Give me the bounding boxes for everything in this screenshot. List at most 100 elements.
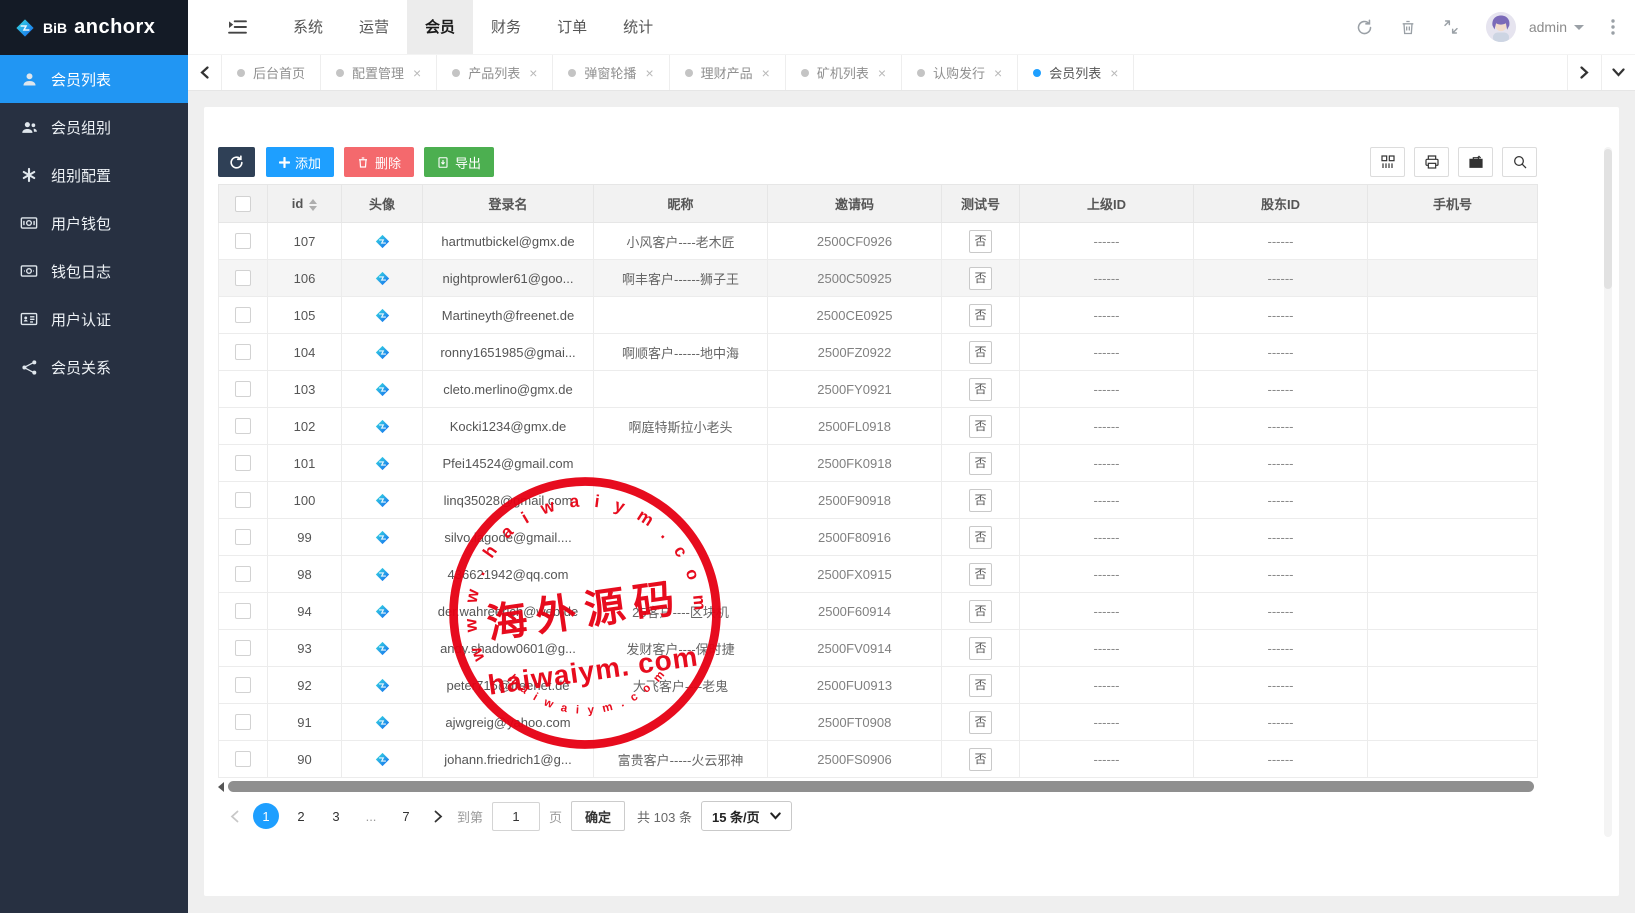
- test-flag-badge: 否: [969, 378, 992, 401]
- horizontal-scrollbar-thumb[interactable]: [228, 781, 1534, 792]
- close-icon[interactable]: ×: [529, 65, 537, 81]
- users-icon: [20, 118, 38, 136]
- column-test: 测试号: [942, 185, 1020, 223]
- tab-products[interactable]: 产品列表 ×: [437, 55, 553, 90]
- sidebar-item-wallet-log[interactable]: 钱包日志: [0, 247, 188, 295]
- page-button-2[interactable]: 2: [288, 803, 314, 829]
- sidebar-item-user-wallet[interactable]: 用户钱包: [0, 199, 188, 247]
- close-icon[interactable]: ×: [878, 65, 886, 81]
- user-avatar[interactable]: [1486, 12, 1516, 42]
- tabs-scroll-right-icon[interactable]: [1567, 55, 1601, 90]
- tab-subscription[interactable]: 认购发行 ×: [902, 55, 1018, 90]
- nav-item-system[interactable]: 系统: [275, 0, 341, 54]
- cell-parent-id: ------: [1020, 334, 1194, 371]
- cell-id: 101: [268, 445, 342, 482]
- cell-login: johann.friedrich1@g...: [423, 741, 594, 778]
- cell-nickname: 大飞客户----老鬼: [594, 667, 768, 704]
- sidebar-item-member-list[interactable]: 会员列表: [0, 55, 188, 103]
- vertical-scrollbar[interactable]: [1604, 147, 1612, 837]
- nav-item-order[interactable]: 订单: [539, 0, 605, 54]
- row-checkbox[interactable]: [235, 381, 251, 397]
- user-menu[interactable]: admin: [1529, 19, 1584, 35]
- close-icon[interactable]: ×: [994, 65, 1002, 81]
- row-checkbox[interactable]: [235, 529, 251, 545]
- tab-config[interactable]: 配置管理 ×: [321, 55, 437, 90]
- nav-item-member[interactable]: 会员: [407, 0, 473, 54]
- cell-nickname: 啊丰客户------狮子王: [594, 260, 768, 297]
- cell-id: 99: [268, 519, 342, 556]
- row-checkbox[interactable]: [235, 566, 251, 582]
- row-checkbox[interactable]: [235, 492, 251, 508]
- page-button-3[interactable]: 3: [323, 803, 349, 829]
- header-actions: admin: [1356, 12, 1635, 42]
- tab-miners[interactable]: 矿机列表 ×: [786, 55, 902, 90]
- more-icon[interactable]: [1611, 19, 1615, 35]
- row-checkbox[interactable]: [235, 455, 251, 471]
- tab-finance-products[interactable]: 理财产品 ×: [670, 55, 786, 90]
- cell-parent-id: ------: [1020, 223, 1194, 260]
- nav-item-stats[interactable]: 统计: [605, 0, 671, 54]
- goto-page-input[interactable]: [492, 802, 540, 831]
- row-checkbox[interactable]: [235, 714, 251, 730]
- close-icon[interactable]: ×: [645, 65, 653, 81]
- sort-icon[interactable]: [309, 199, 317, 211]
- cell-id: 100: [268, 482, 342, 519]
- print-icon[interactable]: [1414, 147, 1449, 177]
- bib-avatar-icon: [374, 233, 391, 250]
- tabs-menu-icon[interactable]: [1601, 55, 1635, 90]
- row-checkbox[interactable]: [235, 233, 251, 249]
- tab-member-list[interactable]: 会员列表 ×: [1018, 55, 1134, 90]
- export-file-icon[interactable]: [1458, 147, 1493, 177]
- export-button[interactable]: 导出: [424, 147, 494, 177]
- columns-icon[interactable]: [1370, 147, 1405, 177]
- tab-carousel[interactable]: 弹窗轮播 ×: [553, 55, 669, 90]
- next-page-icon[interactable]: [428, 803, 448, 829]
- select-all-checkbox[interactable]: [235, 196, 251, 212]
- prev-page-icon[interactable]: [224, 803, 244, 829]
- sidebar-item-member-group[interactable]: 会员组别: [0, 103, 188, 151]
- refresh-table-button[interactable]: [218, 147, 255, 177]
- nav-item-finance[interactable]: 财务: [473, 0, 539, 54]
- tabs-scroll-left-icon[interactable]: [188, 55, 222, 90]
- sidebar-item-group-config[interactable]: 组别配置: [0, 151, 188, 199]
- confirm-button[interactable]: 确定: [571, 801, 625, 831]
- fullscreen-icon[interactable]: [1443, 19, 1459, 35]
- row-checkbox[interactable]: [235, 307, 251, 323]
- delete-button[interactable]: 删除: [344, 147, 414, 177]
- vertical-scrollbar-thumb[interactable]: [1604, 149, 1612, 289]
- cell-nickname: [594, 519, 768, 556]
- scroll-left-arrow-icon[interactable]: [218, 782, 224, 792]
- sidebar-item-user-auth[interactable]: 用户认证: [0, 295, 188, 343]
- horizontal-scrollbar[interactable]: [218, 781, 1537, 792]
- page-button-1[interactable]: 1: [253, 803, 279, 829]
- cell-nickname: [594, 371, 768, 408]
- nav-item-operation[interactable]: 运营: [341, 0, 407, 54]
- row-checkbox[interactable]: [235, 640, 251, 656]
- page-button-7[interactable]: 7: [393, 803, 419, 829]
- add-button[interactable]: 添加: [266, 147, 334, 177]
- cell-login: ajwgreig@yahoo.com: [423, 704, 594, 741]
- tab-home[interactable]: 后台首页: [222, 55, 321, 90]
- page-size-select[interactable]: 15 条/页: [701, 801, 792, 831]
- cell-nickname: [594, 556, 768, 593]
- close-icon[interactable]: ×: [1110, 65, 1118, 81]
- main-area: 系统运营会员财务订单统计 admin: [188, 0, 1635, 913]
- search-icon[interactable]: [1502, 147, 1537, 177]
- table-tools: [1370, 147, 1537, 177]
- idcard-icon: [20, 310, 38, 328]
- sidebar-toggle-icon[interactable]: [228, 19, 247, 35]
- row-checkbox[interactable]: [235, 344, 251, 360]
- refresh-icon[interactable]: [1356, 19, 1373, 36]
- row-checkbox[interactable]: [235, 270, 251, 286]
- row-checkbox[interactable]: [235, 751, 251, 767]
- row-checkbox[interactable]: [235, 677, 251, 693]
- logo[interactable]: BiB anchorx: [0, 0, 188, 55]
- close-icon[interactable]: ×: [413, 65, 421, 81]
- trash-icon[interactable]: [1400, 19, 1416, 36]
- sidebar-item-member-relation[interactable]: 会员关系: [0, 343, 188, 391]
- cell-parent-id: ------: [1020, 667, 1194, 704]
- close-icon[interactable]: ×: [762, 65, 770, 81]
- row-checkbox[interactable]: [235, 418, 251, 434]
- row-checkbox[interactable]: [235, 603, 251, 619]
- column-id[interactable]: id: [268, 185, 342, 223]
